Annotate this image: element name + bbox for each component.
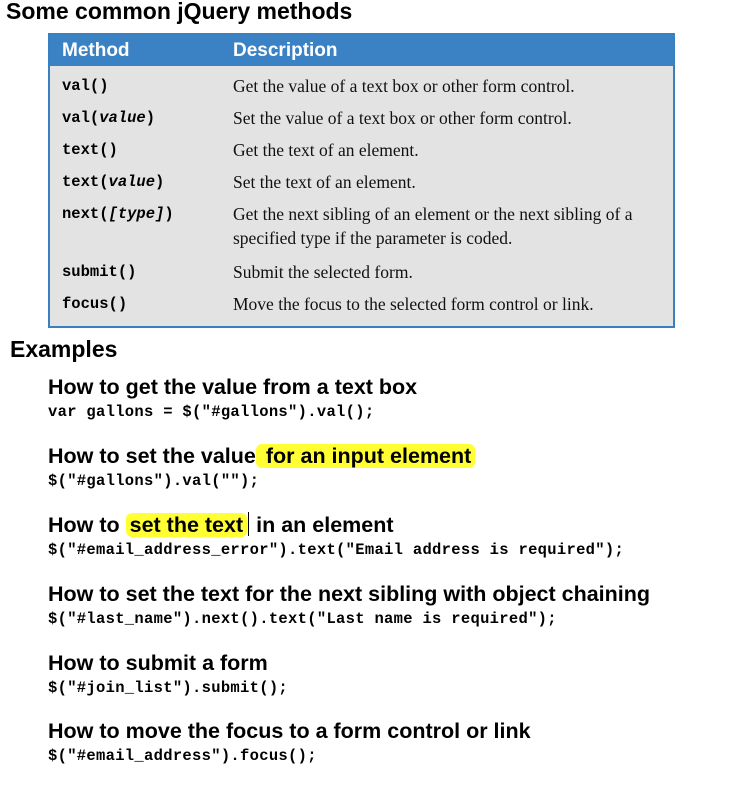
example-heading: How to get the value from a text box [48, 375, 418, 399]
example-code: $("#email_address").focus(); [48, 747, 317, 765]
example-heading: How to set the value for an input elemen… [48, 442, 476, 470]
text-cursor [248, 512, 250, 536]
example-heading: How to move the focus to a form control … [48, 719, 531, 743]
method-cell: next([type]) [62, 205, 174, 223]
example-heading: How to submit a form [48, 651, 268, 675]
table-row: next([type]) Get the next sibling of an … [50, 198, 673, 256]
table-row: focus() Move the focus to the selected f… [50, 288, 673, 320]
method-cell: text(value) [62, 173, 165, 191]
table-row: val(value) Set the value of a text box o… [50, 102, 673, 134]
description-cell: Submit the selected form. [233, 262, 413, 282]
description-cell: Get the value of a text box or other for… [233, 76, 575, 96]
examples-title: Examples [10, 336, 118, 362]
methods-table: Method Description val() Get the value o… [48, 33, 675, 328]
example-code: $("#last_name").next().text("Last name i… [48, 610, 557, 628]
table-row: text(value) Set the text of an element. [50, 166, 673, 198]
table-body: val() Get the value of a text box or oth… [50, 66, 673, 326]
header-method: Method [62, 39, 130, 61]
example-heading: How to set the text in an element [48, 512, 394, 537]
example-code: var gallons = $("#gallons").val(); [48, 403, 375, 421]
page-title: Some common jQuery methods [6, 0, 353, 24]
example-set-value: How to set the value for an input elemen… [48, 442, 476, 492]
example-submit: How to submit a form $("#join_list").sub… [48, 649, 288, 699]
description-cell: Set the value of a text box or other for… [233, 108, 572, 128]
method-cell: focus() [62, 295, 128, 313]
highlighted-text: set the text [125, 513, 248, 537]
example-heading: How to set the text for the next sibling… [48, 582, 651, 606]
example-focus: How to move the focus to a form control … [48, 717, 531, 767]
header-description: Description [233, 39, 338, 61]
method-cell: submit() [62, 263, 137, 281]
example-set-text: How to set the text in an element $("#em… [48, 511, 624, 561]
table-header: Method Description [50, 35, 673, 66]
example-next-sibling: How to set the text for the next sibling… [48, 580, 650, 630]
description-cell: Move the focus to the selected form cont… [233, 294, 594, 314]
example-code: $("#gallons").val(""); [48, 472, 260, 490]
highlighted-text: for an input element [255, 444, 476, 468]
method-cell: text() [62, 141, 118, 159]
table-row: val() Get the value of a text box or oth… [50, 70, 673, 102]
method-cell: val() [62, 77, 109, 95]
table-row: submit() Submit the selected form. [50, 256, 673, 288]
method-cell: val(value) [62, 109, 156, 127]
example-code: $("#join_list").submit(); [48, 679, 289, 697]
description-cell: Set the text of an element. [233, 172, 416, 192]
example-get-value: How to get the value from a text box var… [48, 373, 417, 423]
description-cell: Get the next sibling of an element or th… [233, 204, 633, 248]
description-cell: Get the text of an element. [233, 140, 419, 160]
table-row: text() Get the text of an element. [50, 134, 673, 166]
example-code: $("#email_address_error").text("Email ad… [48, 541, 625, 559]
